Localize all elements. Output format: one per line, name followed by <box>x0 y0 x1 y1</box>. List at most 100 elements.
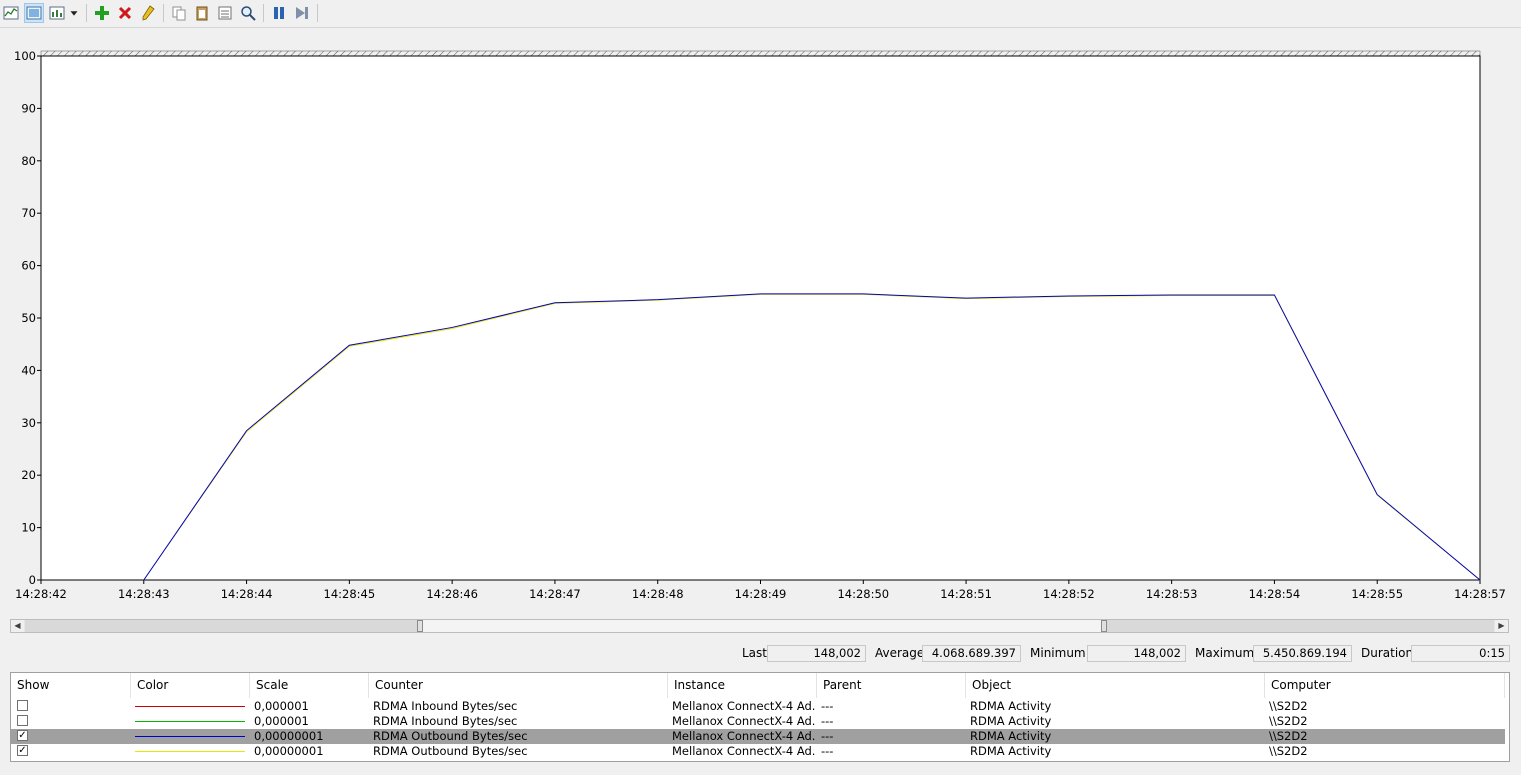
change-graph-type-icon <box>26 6 42 20</box>
graph-area[interactable]: 100 90 80 70 60 50 40 30 20 10 0 14:28:42 14:28:43 1… <box>0 28 1521 613</box>
line-graph[interactable]: 1009080706050403020100 14:28:42 14:28:43 1… <box>0 28 1521 613</box>
column-header-counter[interactable]: Counter <box>369 673 668 698</box>
parent-cell: --- <box>821 744 834 758</box>
scroll-track[interactable] <box>25 620 1494 632</box>
maximum-value: 5.450.869.194 <box>1253 645 1352 662</box>
instance-cell: Mellanox ConnectX-4 Ad... <box>672 744 816 758</box>
toolbar-separator <box>163 4 164 22</box>
change-graph-type-button[interactable] <box>24 3 44 23</box>
y-tick-label: 60 <box>21 259 36 273</box>
computer-cell: \\S2D2 <box>1269 699 1308 713</box>
copy-properties-button[interactable] <box>169 3 189 23</box>
properties-button[interactable] <box>215 3 235 23</box>
column-header-show[interactable]: Show <box>11 673 131 698</box>
counter-cell: RDMA Inbound Bytes/sec <box>373 714 518 728</box>
view-current-activity-button[interactable] <box>1 3 21 23</box>
column-header-scale[interactable]: Scale <box>250 673 369 698</box>
instance-cell: Mellanox ConnectX-4 Ad... <box>672 729 816 743</box>
y-tick-label: 40 <box>21 363 36 377</box>
x-tick-label: 14:28:53 <box>1146 587 1198 601</box>
zoom-button[interactable] <box>238 3 258 23</box>
x-tick-label: 14:28:52 <box>1043 587 1095 601</box>
table-row[interactable]: ✓ 0,00000001 RDMA Outbound Bytes/sec Mellan… <box>11 744 1505 759</box>
time-scrollbar[interactable]: ◀ ▶ <box>10 619 1509 633</box>
delete-counter-button[interactable] <box>115 3 135 23</box>
show-checkbox[interactable] <box>17 715 28 726</box>
scroll-left-handle[interactable] <box>417 620 423 632</box>
graph-type-dropdown[interactable] <box>67 3 81 23</box>
last-label: Last <box>742 646 767 660</box>
table-row[interactable]: ✓ 0,00000001 RDMA Outbound Bytes/sec Mellan… <box>11 729 1505 744</box>
show-checkbox[interactable]: ✓ <box>17 745 28 756</box>
scale-cell: 0,00000001 <box>254 729 324 743</box>
column-header-object[interactable]: Object <box>966 673 1265 698</box>
minimum-value: 148,002 <box>1087 645 1186 662</box>
object-cell: RDMA Activity <box>970 699 1052 713</box>
toolbar-separator <box>317 4 318 22</box>
show-checkbox[interactable] <box>17 700 28 711</box>
scale-cell: 0,000001 <box>254 699 309 713</box>
graph-type-button[interactable] <box>47 3 67 23</box>
x-tick-label: 14:28:47 <box>529 587 581 601</box>
table-row[interactable]: 0,000001 RDMA Inbound Bytes/sec Mellanox C… <box>11 699 1505 714</box>
scroll-thumb[interactable] <box>417 620 1107 632</box>
computer-cell: \\S2D2 <box>1269 744 1308 758</box>
color-swatch <box>135 721 245 722</box>
pause-icon <box>274 7 284 19</box>
duration-value: 0:15 <box>1411 645 1510 662</box>
y-tick-label: 90 <box>21 101 36 115</box>
freeze-display-button[interactable] <box>269 3 289 23</box>
show-checkbox[interactable]: ✓ <box>17 730 28 741</box>
x-tick-label: 14:28:42 <box>15 587 67 601</box>
y-tick-label: 20 <box>21 468 36 482</box>
column-header-parent[interactable]: Parent <box>817 673 966 698</box>
column-header-instance[interactable]: Instance <box>668 673 817 698</box>
x-tick-label: 14:28:45 <box>324 587 376 601</box>
scroll-left-arrow-icon[interactable]: ◀ <box>11 620 24 632</box>
computer-cell: \\S2D2 <box>1269 729 1308 743</box>
x-tick-label: 14:28:43 <box>118 587 170 601</box>
chevron-down-icon <box>70 11 78 16</box>
delete-counter-icon <box>118 6 132 20</box>
parent-cell: --- <box>821 699 834 713</box>
y-tick-label: 100 <box>14 49 36 63</box>
paste-counter-list-button[interactable] <box>192 3 212 23</box>
counter-cell: RDMA Outbound Bytes/sec <box>373 744 528 758</box>
duration-label: Duration <box>1361 646 1414 660</box>
average-value: 4.068.689.397 <box>922 645 1021 662</box>
y-tick-label: 30 <box>21 416 36 430</box>
column-header-color[interactable]: Color <box>131 673 250 698</box>
instance-cell: Mellanox ConnectX-4 Ad... <box>672 714 816 728</box>
highlight-icon <box>142 5 155 21</box>
minimum-label: Minimum <box>1030 646 1086 660</box>
report-view-icon <box>49 6 65 20</box>
paste-counter-list-icon <box>196 6 208 21</box>
plot-area <box>40 55 1481 581</box>
highlight-button[interactable] <box>138 3 158 23</box>
max-limit-hatch <box>40 50 1481 57</box>
add-counter-icon <box>95 6 109 20</box>
x-tick-label: 14:28:54 <box>1249 587 1301 601</box>
counter-cell: RDMA Inbound Bytes/sec <box>373 699 518 713</box>
counter-cell: RDMA Outbound Bytes/sec <box>373 729 528 743</box>
toolbar-separator <box>263 4 264 22</box>
table-row[interactable]: 0,000001 RDMA Inbound Bytes/sec Mellanox C… <box>11 714 1505 729</box>
column-header-computer[interactable]: Computer <box>1265 673 1505 698</box>
scale-cell: 0,000001 <box>254 714 309 728</box>
x-tick-label: 14:28:55 <box>1351 587 1403 601</box>
last-value: 148,002 <box>767 645 866 662</box>
x-tick-label: 14:28:48 <box>632 587 684 601</box>
average-label: Average <box>875 646 925 660</box>
scroll-right-arrow-icon[interactable]: ▶ <box>1495 620 1508 632</box>
zoom-icon <box>241 6 256 21</box>
x-tick-label: 14:28:46 <box>426 587 478 601</box>
color-swatch <box>135 736 245 737</box>
computer-cell: \\S2D2 <box>1269 714 1308 728</box>
counter-legend-table[interactable]: Show Color Scale Counter Instance Parent… <box>10 672 1510 762</box>
maximum-label: Maximum <box>1195 646 1255 660</box>
update-data-button[interactable] <box>292 3 312 23</box>
object-cell: RDMA Activity <box>970 729 1052 743</box>
color-swatch <box>135 751 245 752</box>
add-counter-button[interactable] <box>92 3 112 23</box>
scroll-right-handle[interactable] <box>1101 620 1107 632</box>
